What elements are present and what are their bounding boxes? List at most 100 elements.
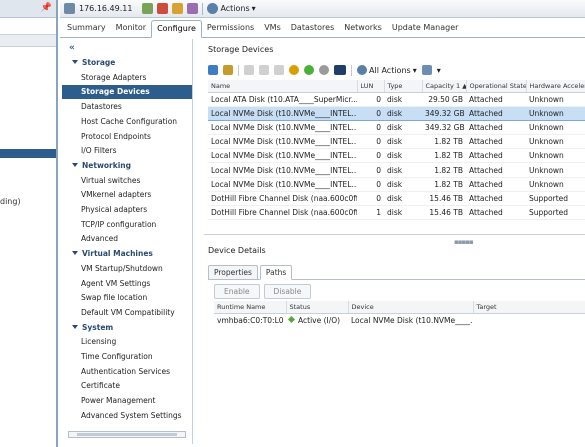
section-expand-icon[interactable]	[72, 251, 78, 256]
nav-item-storage-adapters[interactable]: Storage Adapters	[62, 71, 192, 85]
column-header-hw-acceleration[interactable]: Hardware Acceleration	[526, 80, 585, 93]
chevron-down-icon[interactable]: ▾	[437, 66, 441, 75]
table-row[interactable]: Local NVMe Disk (t10.NVMe____INTEL... 0 di…	[208, 177, 585, 192]
new-vm-icon[interactable]	[142, 3, 154, 14]
actions-menu[interactable]: Actions ▾	[207, 3, 256, 14]
inventory-selected-item[interactable]	[0, 149, 56, 158]
table-row[interactable]: Local NVMe Disk (t10.NVMe____INTEL... 0 di…	[208, 134, 585, 150]
nav-item-power-management[interactable]: Power Management	[62, 394, 192, 408]
disable-button[interactable]: Disable	[263, 284, 312, 299]
nav-item-certificate[interactable]: Certificate	[62, 379, 192, 393]
table-row[interactable]: DotHill Fibre Channel Disk (naa.600c0ff0…	[208, 205, 585, 221]
nav-item-physical-adapters[interactable]: Physical adapters	[62, 203, 192, 217]
flash-mark-icon[interactable]	[289, 65, 299, 75]
main-panel: 176.16.49.11 Actions ▾ Summary Monitor C…	[60, 0, 585, 447]
nav-item-agent-vm-settings[interactable]: Agent VM Settings	[62, 277, 192, 291]
nav-horizontal-scrollbar[interactable]	[68, 431, 186, 438]
table-row[interactable]: Local NVMe Disk (t10.NVMe____INTEL... 0 di…	[208, 120, 585, 136]
collapse-nav-icon[interactable]: «	[69, 43, 75, 53]
tab-vms[interactable]: VMs	[259, 23, 286, 37]
nav-item-virtual-switches[interactable]: Virtual switches	[62, 174, 192, 188]
nav-item-datastores[interactable]: Datastores	[62, 100, 192, 114]
section-expand-icon[interactable]	[72, 162, 78, 167]
tab-networks[interactable]: Networks	[339, 23, 387, 37]
device-capacity: 15.46 TB	[422, 205, 466, 221]
rename-icon[interactable]	[259, 65, 269, 75]
column-header-type[interactable]: Type	[384, 80, 423, 93]
device-name: DotHill Fibre Channel Disk (naa.600c0ff0…	[208, 205, 357, 221]
nav-item-licensing[interactable]: Licensing	[62, 335, 192, 349]
nav-item-storage-devices[interactable]: Storage Devices	[62, 85, 192, 100]
tab-permissions[interactable]: Permissions	[202, 23, 259, 37]
nav-section-storage[interactable]: Storage	[62, 56, 192, 70]
all-actions-menu[interactable]: All Actions ▾	[357, 65, 417, 75]
tab-paths[interactable]: Paths	[259, 265, 293, 280]
tab-configure[interactable]: Configure	[151, 20, 202, 38]
column-header-runtime-name[interactable]: Runtime Name	[214, 301, 287, 314]
tab-summary[interactable]: Summary	[62, 23, 111, 37]
panel-divider[interactable]	[204, 234, 585, 235]
table-row[interactable]: Local NVMe Disk (t10.NVMe____INTEL... 0 di…	[208, 105, 585, 121]
column-header-lun[interactable]: LUN	[357, 80, 385, 93]
nav-item-swap-file-location[interactable]: Swap file location	[62, 291, 192, 305]
pin-icon[interactable]: 📌	[41, 3, 52, 13]
table-row[interactable]: Local NVMe Disk (t10.NVMe____INTEL... 0 di…	[208, 162, 585, 178]
nav-item-default-vm-compatibility[interactable]: Default VM Compatibility	[62, 306, 192, 320]
column-header-status[interactable]: Status	[286, 301, 349, 314]
tab-properties[interactable]: Properties	[208, 265, 258, 279]
table-row[interactable]: vmhba6:C0:T0:L0 Active (I/O) Local NVMe …	[214, 313, 585, 327]
resize-grip-icon[interactable]: ▪▪▪▪▪	[454, 238, 474, 246]
nav-item-time-configuration[interactable]: Time Configuration	[62, 350, 192, 364]
scrollbar-thumb[interactable]	[77, 433, 177, 436]
table-row[interactable]: Local NVMe Disk (t10.NVMe____INTEL... 0 di…	[208, 148, 585, 164]
tab-update-manager[interactable]: Update Manager	[387, 23, 464, 37]
tab-monitor[interactable]: Monitor	[111, 23, 151, 37]
section-expand-icon[interactable]	[72, 324, 78, 329]
column-header-target[interactable]: Target	[473, 301, 585, 314]
nav-label: Authentication Services	[81, 366, 171, 376]
device-lun: 0	[357, 148, 384, 164]
inventory-search-bar[interactable]	[0, 34, 56, 47]
nav-item-vmkernel-adapters[interactable]: VMkernel adapters	[62, 188, 192, 202]
led-off-icon[interactable]	[319, 65, 329, 75]
tab-datastores[interactable]: Datastores	[286, 23, 340, 37]
nav-section-networking[interactable]: Networking	[62, 159, 192, 173]
device-capacity: 1.82 TB	[422, 148, 466, 164]
nav-item-advanced-system-settings[interactable]: Advanced System Settings	[62, 409, 192, 423]
migrate-icon[interactable]	[187, 3, 199, 14]
nav-label: Storage Adapters	[81, 72, 147, 82]
host-icon	[64, 3, 75, 14]
device-state: Attached	[466, 148, 526, 164]
column-header-capacity[interactable]: Capacity 1 ▲	[422, 80, 467, 93]
column-header-operational-state[interactable]: Operational State	[466, 80, 527, 93]
maintenance-icon[interactable]	[172, 3, 184, 14]
ssd-mark-icon[interactable]	[334, 65, 346, 75]
table-row[interactable]: DotHill Fibre Channel Disk (naa.600c0ff0…	[208, 191, 585, 207]
path-device: Local NVMe Disk (t10.NVMe____...	[351, 315, 473, 325]
nav-section-virtual-machines[interactable]: Virtual Machines	[62, 247, 192, 261]
nav-item-host-cache-configuration[interactable]: Host Cache Configuration	[62, 115, 192, 129]
section-expand-icon[interactable]	[72, 60, 78, 64]
nav-item-advanced[interactable]: Advanced	[62, 232, 192, 246]
nav-item-protocol-endpoints[interactable]: Protocol Endpoints	[62, 130, 192, 144]
attach-icon[interactable]	[223, 65, 233, 75]
nav-item-vm-startup-shutdown[interactable]: VM Startup/Shutdown	[62, 262, 192, 276]
nav-section-system[interactable]: System	[62, 321, 192, 335]
detach-icon[interactable]	[244, 65, 254, 75]
table-row[interactable]: Local ATA Disk (t10.ATA____SuperMicr... 0…	[208, 92, 585, 107]
column-header-name[interactable]: Name	[208, 80, 358, 93]
nav-item-authentication-services[interactable]: Authentication Services	[62, 365, 192, 379]
locator-led-icon[interactable]	[304, 65, 314, 75]
enable-button[interactable]: Enable	[214, 284, 260, 299]
power-on-icon[interactable]	[157, 3, 169, 14]
column-header-device[interactable]: Device	[348, 301, 474, 314]
export-icon[interactable]	[421, 65, 432, 75]
nav-label: Virtual Machines	[82, 249, 153, 259]
refresh-icon[interactable]	[208, 65, 218, 75]
nav-item-tcp-ip-configuration[interactable]: TCP/IP configuration	[62, 218, 192, 232]
nav-item-i-o-filters[interactable]: I/O Filters	[62, 144, 192, 158]
erase-partitions-icon[interactable]	[274, 65, 284, 75]
device-hw-acceleration: Unknown	[526, 105, 585, 121]
device-type: disk	[384, 205, 422, 221]
device-type: disk	[384, 105, 422, 121]
